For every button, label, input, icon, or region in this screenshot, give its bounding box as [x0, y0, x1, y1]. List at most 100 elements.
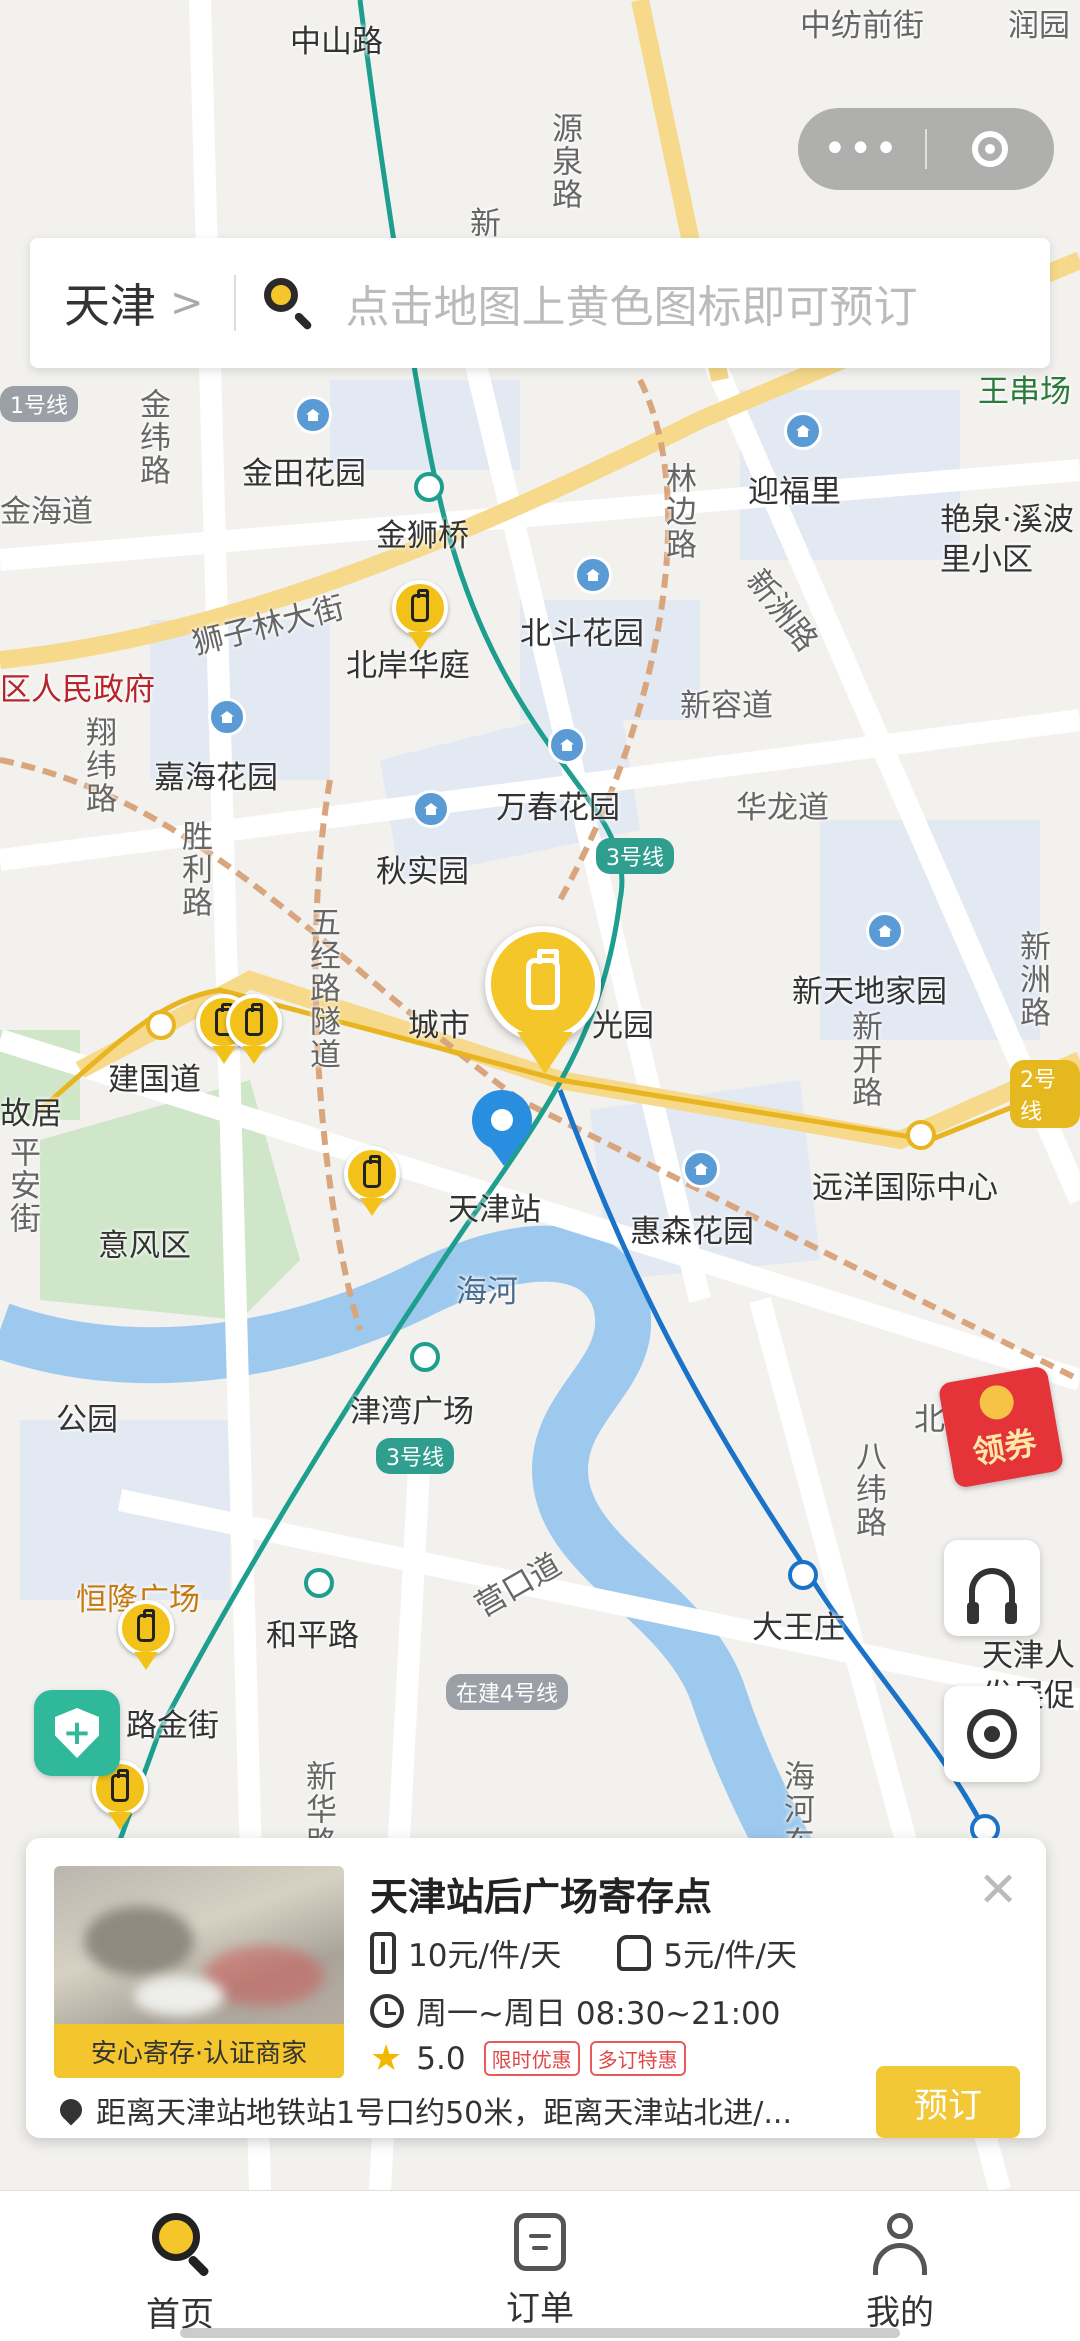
poi-huisen[interactable]: [682, 1150, 720, 1188]
poi-qiushi[interactable]: [412, 790, 450, 828]
poi-jintian[interactable]: [294, 396, 332, 434]
price-row: 10元/件/天 5元/件/天: [370, 1930, 797, 1975]
map-label: 大王庄: [752, 1610, 845, 1646]
map-label: 区人民政府: [0, 672, 155, 708]
map-label: 海河: [456, 1274, 518, 1310]
locate-icon: [967, 1709, 1017, 1759]
map-label: 五经路隧道: [304, 906, 340, 1071]
map-label: 华龙道: [736, 790, 829, 826]
map-label: 金海道: [0, 494, 93, 530]
tab-label: 订单: [506, 2289, 574, 2329]
search-icon: [150, 2213, 211, 2278]
chevron-right-icon: >: [170, 280, 204, 326]
coupon-label: 领券: [969, 1423, 1040, 1472]
line-tag-3a: 3号线: [596, 838, 674, 874]
map-label: 秋实园: [376, 854, 469, 890]
poi-beidou[interactable]: [574, 556, 612, 594]
metro-yuanyang[interactable]: [906, 1120, 936, 1150]
search-placeholder[interactable]: 点击地图上黄色图标即可预订: [346, 271, 918, 335]
opening-hours: 周一~周日 08:30~21:00: [416, 1996, 781, 2032]
book-button[interactable]: 预订: [876, 2066, 1020, 2138]
price-small-luggage: 5元/件/天: [663, 1938, 797, 1974]
map-label: 润园: [1008, 8, 1070, 44]
map-label: 翔纬路: [80, 716, 116, 815]
more-button[interactable]: •••: [798, 126, 925, 172]
tab-mine[interactable]: 我的: [720, 2191, 1080, 2341]
map-label: 林边路: [660, 462, 696, 561]
headset-icon: [967, 1568, 1017, 1624]
shield-icon: +: [55, 1708, 99, 1758]
map-label: 平安街: [4, 1136, 40, 1235]
city-selector[interactable]: 天津: [64, 270, 156, 336]
mini-program-capsule: •••: [798, 108, 1054, 190]
storage-pin[interactable]: [118, 1600, 174, 1672]
map-label: 新开路: [846, 1010, 882, 1109]
bottom-tab-bar: 首页 订单 我的: [0, 2190, 1080, 2341]
target-icon: [972, 131, 1009, 167]
map-label: 中山路: [290, 24, 383, 60]
bag-icon: [617, 1934, 652, 1971]
map-label: 远洋国际中心: [812, 1170, 998, 1206]
poi-xintiandi[interactable]: [866, 912, 904, 950]
map-label: 意风区: [98, 1228, 191, 1264]
line-tag-3b: 3号线: [376, 1438, 454, 1474]
map-label: 北斗花园: [520, 616, 644, 652]
map-label: 天津站: [448, 1192, 541, 1228]
tab-orders[interactable]: 订单: [360, 2191, 720, 2341]
metro-jianguo[interactable]: [146, 1010, 176, 1040]
close-miniapp-button[interactable]: [927, 131, 1054, 167]
storage-pin[interactable]: [392, 580, 448, 652]
map-label: 万春花园: [496, 790, 620, 826]
close-icon[interactable]: ✕: [978, 1862, 1018, 1918]
metro-hepinglu[interactable]: [304, 1568, 334, 1598]
map-label: 津湾广场: [350, 1394, 474, 1430]
storage-info-card[interactable]: 安心寄存·认证商家 天津站后广场寄存点 ✕ 10元/件/天 5元/件/天 周一~…: [26, 1838, 1046, 2138]
metro-jinshiqiao[interactable]: [414, 472, 444, 502]
metro-dawangzhuang[interactable]: [788, 1560, 818, 1590]
map-label: 公园: [56, 1402, 118, 1438]
coupon-red-packet[interactable]: 领券: [937, 1365, 1065, 1489]
home-indicator: [180, 2328, 900, 2338]
storage-title: 天津站后广场寄存点: [370, 1875, 713, 1919]
address-row: 距离天津站地铁站1号口约50米，距离天津站北进/...: [54, 2088, 874, 2132]
map-label: 嘉海花园: [154, 760, 278, 796]
tab-home[interactable]: 首页: [0, 2191, 360, 2341]
locate-button[interactable]: [944, 1686, 1040, 1782]
location-pin-icon: [55, 2094, 87, 2126]
storage-pin[interactable]: [226, 994, 282, 1066]
promo-tag: 限时优惠: [483, 2041, 580, 2076]
safety-shield-button[interactable]: +: [34, 1690, 120, 1776]
map-label: 新容道: [680, 688, 773, 724]
suitcase-icon: [370, 1931, 396, 1974]
rating-row: ★ 5.0 限时优惠 多订特惠: [370, 2038, 686, 2079]
map-label: 新天地家园: [792, 974, 947, 1010]
user-icon: [870, 2213, 930, 2275]
map-label: 建国道: [108, 1062, 201, 1098]
map-label: 故居: [0, 1096, 62, 1132]
storage-pin[interactable]: [344, 1146, 400, 1218]
rating-value: 5.0: [416, 2040, 466, 2077]
poi-jiahai[interactable]: [208, 698, 246, 736]
poi-yingfuli[interactable]: [784, 412, 822, 450]
hours-row: 周一~周日 08:30~21:00: [370, 1988, 780, 2033]
storage-photo: 安心寄存·认证商家: [54, 1866, 344, 2078]
current-location-pin: [472, 1090, 536, 1174]
map-label: 迎福里: [748, 474, 841, 510]
poi-wanchun[interactable]: [548, 726, 586, 764]
map-label: 路金街: [126, 1708, 219, 1744]
customer-service-button[interactable]: [944, 1540, 1040, 1636]
search-bar[interactable]: 天津 > 点击地图上黄色图标即可预订: [30, 238, 1050, 368]
map-label: 新洲路: [1014, 930, 1050, 1029]
metro-jinwan[interactable]: [410, 1342, 440, 1372]
line-tag-2: 2号线: [1010, 1060, 1080, 1128]
selected-storage-pin[interactable]: [485, 926, 605, 1086]
promo-tag: 多订特惠: [589, 2041, 686, 2076]
search-icon: [262, 276, 316, 331]
coin-icon: [976, 1382, 1017, 1423]
price-large-luggage: 10元/件/天: [408, 1938, 562, 1974]
map-label: 中纺前街: [800, 8, 924, 44]
certified-badge: 安心寄存·认证商家: [54, 2024, 344, 2078]
map-label: 王串场: [978, 374, 1071, 410]
order-icon: [514, 2213, 566, 2271]
map-label: 胜利路: [176, 820, 212, 919]
